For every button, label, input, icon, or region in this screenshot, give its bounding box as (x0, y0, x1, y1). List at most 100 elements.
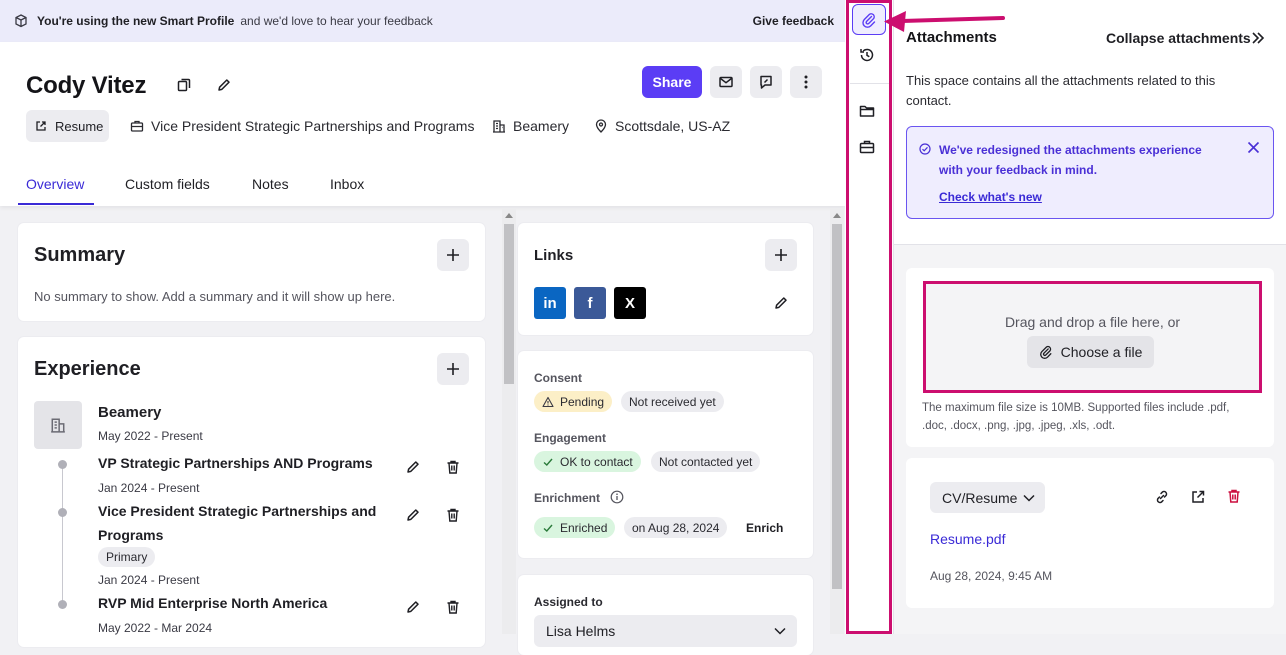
experience-company: Beamery (98, 404, 162, 421)
cube-icon (15, 14, 27, 28)
timeline-dot (58, 600, 67, 609)
tab-custom-fields[interactable]: Custom fields (125, 176, 210, 192)
company-logo (34, 401, 82, 449)
max-size-note: The maximum file size is 10MB. Supported… (922, 402, 1230, 432)
consent-pending-text: Pending (560, 394, 605, 409)
add-experience-button[interactable] (437, 353, 469, 385)
annotation-arrow (884, 11, 1005, 32)
attachment-date: Aug 28, 2024, 9:45 AM (930, 569, 1053, 583)
collapse-attachments-button[interactable]: Collapse attachments (1106, 30, 1251, 46)
role-title: Vice President Strategic Partnerships an… (98, 503, 377, 519)
engagement-label: Engagement (534, 431, 607, 445)
feedback-banner: You're using the new Smart Profile and w… (0, 0, 845, 42)
redesign-notice: We've redesigned the attachments experie… (906, 126, 1274, 219)
role-title-cont: Programs (98, 527, 164, 543)
engagement-ok-text: OK to contact (560, 454, 633, 469)
edit-role-icon[interactable] (405, 459, 421, 475)
enrichment-label: Enrichment (534, 491, 601, 505)
close-icon[interactable] (1247, 141, 1260, 154)
left-scroll-thumb[interactable] (504, 224, 514, 384)
summary-title: Summary (34, 244, 126, 266)
x-link[interactable]: X (614, 287, 646, 319)
role-dates: Jan 2024 - Present (98, 481, 200, 495)
company: Beamery (492, 118, 569, 134)
company-text: Beamery (513, 118, 570, 134)
engagement-ok-badge: OK to contact (534, 451, 641, 472)
banner-title: You're using the new Smart Profile (37, 14, 235, 28)
paperclip-icon (1039, 345, 1052, 359)
email-button[interactable] (710, 66, 742, 98)
give-feedback-link[interactable]: Give feedback (753, 14, 834, 28)
delete-role-icon[interactable] (445, 507, 461, 523)
resume-label: Resume (55, 118, 104, 134)
drop-text: Drag and drop a file here, or (1004, 314, 1181, 330)
edit-icon[interactable] (216, 77, 232, 93)
info-icon[interactable] (610, 490, 624, 504)
mail-icon (719, 76, 733, 88)
location: Scottsdale, US-AZ (594, 118, 730, 134)
add-summary-button[interactable] (437, 239, 469, 271)
linkedin-link[interactable]: in (534, 287, 566, 319)
assigned-label: Assigned to (534, 595, 603, 609)
message-button[interactable] (750, 66, 782, 98)
edit-role-icon[interactable] (405, 599, 421, 615)
scroll-up-icon[interactable] (505, 212, 513, 218)
add-link-button[interactable] (765, 239, 797, 271)
delete-role-icon[interactable] (445, 459, 461, 475)
experience-title: Experience (34, 358, 141, 380)
enriched-badge: Enriched (534, 517, 616, 538)
resume-button[interactable]: Resume (26, 110, 109, 142)
tab-overview[interactable]: Overview (26, 176, 84, 192)
attachment-file-link[interactable]: Resume.pdf (930, 531, 1005, 547)
more-vertical-icon (804, 75, 808, 89)
open-external-icon[interactable] (1190, 489, 1206, 505)
summary-card (18, 223, 485, 321)
role-title: VP Strategic Partnerships AND Programs (98, 455, 373, 471)
tab-inbox[interactable]: Inbox (330, 176, 364, 192)
check-circle-icon (919, 143, 931, 155)
choose-file-label: Choose a file (1060, 344, 1143, 360)
edit-role-icon[interactable] (405, 507, 421, 523)
delete-attachment-icon[interactable] (1226, 488, 1242, 504)
active-tab-indicator (18, 203, 94, 205)
copy-icon[interactable] (176, 77, 192, 93)
check-whats-new-link[interactable]: Check what's new (939, 190, 1042, 204)
delete-role-icon[interactable] (445, 599, 461, 615)
role-dates: May 2022 - Mar 2024 (98, 621, 213, 635)
primary-badge: Primary (98, 547, 156, 567)
file-type-select[interactable]: CV/Resume (930, 482, 1045, 513)
check-icon (543, 524, 553, 532)
notice-text: We've redesigned the attachments experie… (939, 143, 1202, 177)
edit-links-icon[interactable] (773, 295, 789, 311)
tab-notes[interactable]: Notes (252, 176, 289, 192)
chevrons-right-icon[interactable] (1251, 31, 1265, 45)
profile-name: Cody Vitez (26, 72, 147, 99)
consent-label: Consent (534, 371, 582, 385)
right-scroll-thumb[interactable] (832, 224, 842, 589)
location-text: Scottsdale, US-AZ (615, 118, 731, 134)
scroll-up-icon[interactable] (833, 212, 841, 218)
enrich-button[interactable]: Enrich (746, 521, 783, 535)
building-icon (493, 120, 505, 133)
assigned-select[interactable]: Lisa Helms (534, 615, 797, 647)
more-options-button[interactable] (790, 66, 822, 98)
building-icon (51, 418, 65, 433)
enriched-text: Enriched (560, 520, 608, 535)
chat-edit-icon (760, 75, 772, 89)
choose-file-button[interactable]: Choose a file (1027, 336, 1154, 368)
plus-icon (447, 363, 459, 375)
consent-pending-badge: Pending (534, 391, 613, 412)
company-dates: May 2022 - Present (98, 429, 203, 443)
consent-info-badge: Not received yet (621, 391, 724, 412)
links-title: Links (534, 247, 574, 264)
share-button[interactable]: Share (642, 66, 702, 98)
external-link-icon (36, 121, 46, 131)
plus-icon (447, 249, 459, 261)
engagement-info-badge: Not contacted yet (651, 451, 761, 472)
assigned-value: Lisa Helms (546, 623, 616, 639)
location-pin-icon (595, 119, 607, 133)
file-drop-zone[interactable]: Drag and drop a file here, or Choose a f… (923, 281, 1262, 393)
facebook-link[interactable]: f (574, 287, 606, 319)
copy-link-icon[interactable] (1154, 489, 1170, 505)
job-title: Vice President Strategic Partnerships an… (130, 118, 474, 134)
